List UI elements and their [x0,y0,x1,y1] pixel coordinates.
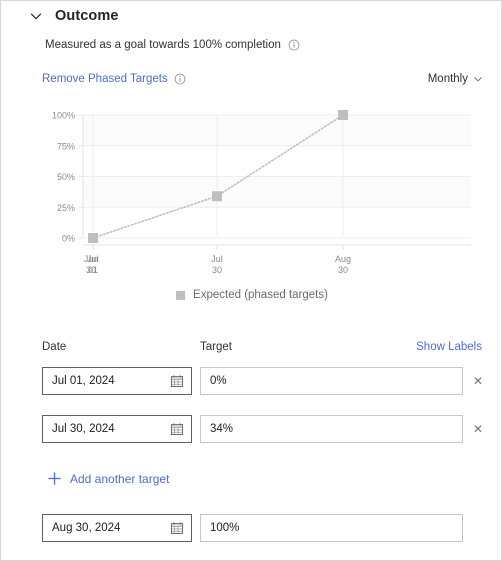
calendar-icon[interactable] [170,422,184,436]
add-another-target-label: Add another target [70,471,170,486]
svg-text:0%: 0% [62,234,75,244]
svg-text:75%: 75% [57,141,75,151]
cadence-dropdown[interactable]: Monthly [428,73,483,85]
add-another-target-button[interactable]: Add another target [47,471,169,486]
targets-table-header: Date Target Show Labels [42,341,487,357]
chevron-down-icon [473,74,483,84]
target-input-value: 100% [210,522,240,534]
svg-text:30: 30 [86,265,96,275]
target-input-value: 34% [210,423,234,435]
measurement-description: Measured as a goal towards 100% completi… [45,39,300,51]
cadence-dropdown-value: Monthly [427,73,468,85]
svg-text:100%: 100% [52,111,75,121]
target-input-value: 0% [210,375,227,387]
section-header[interactable]: Outcome [29,5,119,27]
close-icon[interactable]: ✕ [469,372,487,390]
chevron-down-icon[interactable] [29,9,43,23]
svg-text:30: 30 [338,265,348,275]
target-input[interactable]: 0% [200,367,463,395]
measurement-description-label: Measured as a goal towards 100% completi… [45,39,281,51]
date-input-value: Jul 30, 2024 [52,423,115,435]
legend-marker-icon [176,290,186,300]
phased-targets-chart: 100% 75% 50% 25% 0% Jul 01 Jun 30 Jul 30 Aug 30 [35,105,475,285]
svg-text:Jul: Jul [211,254,223,264]
target-input[interactable]: 34% [200,415,463,443]
chart-options-row: Remove Phased Targets Monthly [42,71,483,87]
remove-phased-targets[interactable]: Remove Phased Targets [42,73,186,85]
table-row: Jul 01, 2024 0% ✕ [42,367,487,395]
remove-phased-targets-label[interactable]: Remove Phased Targets [42,73,168,85]
column-header-target: Target [200,341,232,353]
chart-legend: Expected (phased targets) [1,289,501,301]
outcome-panel: Outcome Measured as a goal towards 100% … [0,0,502,561]
svg-text:Aug: Aug [335,254,351,264]
svg-text:25%: 25% [57,203,75,213]
info-icon[interactable] [174,73,186,85]
close-icon[interactable]: ✕ [469,420,487,438]
date-input[interactable]: Jul 30, 2024 [42,415,192,443]
date-input-value: Aug 30, 2024 [52,522,121,534]
legend-label: Expected (phased targets) [193,289,328,301]
svg-text:30: 30 [212,265,222,275]
table-row: Aug 30, 2024 100% [42,514,487,542]
info-icon[interactable] [288,39,300,51]
svg-text:Jun: Jun [84,254,99,264]
date-input-value: Jul 01, 2024 [52,375,115,387]
date-input[interactable]: Aug 30, 2024 [42,514,192,542]
calendar-icon[interactable] [170,374,184,388]
target-input[interactable]: 100% [200,514,463,542]
show-labels-link[interactable]: Show Labels [416,341,482,353]
date-input[interactable]: Jul 01, 2024 [42,367,192,395]
calendar-icon[interactable] [170,521,184,535]
plus-icon [47,471,62,486]
page-title: Outcome [55,8,119,24]
column-header-date: Date [42,341,67,353]
svg-text:50%: 50% [57,172,75,182]
table-row: Jul 30, 2024 34% ✕ [42,415,487,443]
